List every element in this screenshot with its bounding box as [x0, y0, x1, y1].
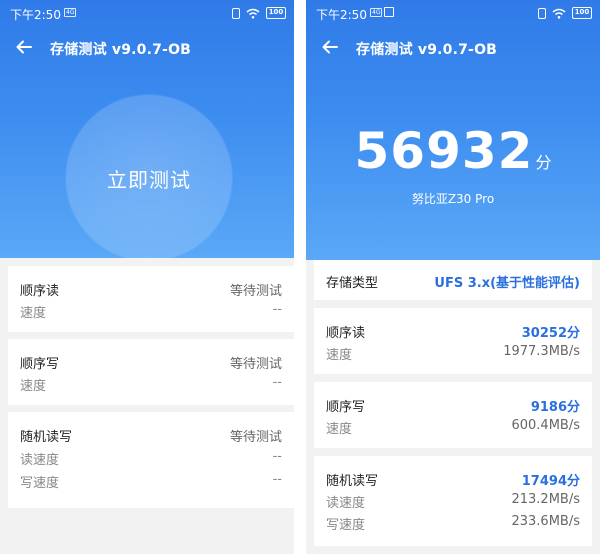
score-unit: 分	[535, 153, 552, 172]
result-header-row: 随机读写 17494分	[314, 467, 592, 489]
metric-value: 213.2MB/s	[511, 492, 580, 507]
storage-type-row: 存储类型 UFS 3.x(基于性能评估)	[314, 269, 592, 291]
result-header-row: 随机读写 等待测试	[8, 423, 294, 445]
metric-label: 速度	[20, 306, 47, 321]
metric-label: 写速度	[326, 518, 366, 533]
metric-label: 速度	[326, 348, 353, 363]
header-hero: 下午2:50 4G 100 存储测试 v9.0.7-OB 56932分 努比亚	[306, 0, 600, 260]
metric-value: 233.6MB/s	[511, 514, 580, 529]
section-name: 随机读写	[326, 474, 379, 489]
metric-value: --	[272, 472, 282, 487]
metric-value: --	[272, 375, 282, 390]
result-card: 随机读写 17494分 读速度 213.2MB/s 写速度 233.6MB/s	[314, 456, 592, 546]
section-name: 顺序写	[20, 357, 60, 372]
result-card: 顺序读 30252分 速度 1977.3MB/s	[314, 308, 592, 374]
device-name: 努比亚Z30 Pro	[411, 192, 495, 206]
result-metric-row: 读速度 213.2MB/s	[314, 489, 592, 511]
metric-value: --	[272, 449, 282, 464]
metric-value: --	[272, 302, 282, 317]
gallery-icon	[384, 7, 394, 17]
section-score: 9186分	[530, 400, 580, 415]
status-bar: 下午2:50 4G 100	[306, 0, 600, 26]
result-metric-row: 速度 --	[8, 299, 294, 321]
start-test-label: 立即测试	[107, 167, 191, 192]
metric-value: 600.4MB/s	[511, 418, 580, 433]
section-name: 随机读写	[20, 430, 73, 445]
section-status: 等待测试	[229, 357, 282, 372]
wifi-icon	[552, 8, 566, 19]
wifi-icon	[246, 8, 260, 19]
result-metric-row: 速度 1977.3MB/s	[314, 341, 592, 363]
result-card: 随机读写 等待测试 读速度 -- 写速度 --	[8, 412, 294, 508]
status-time: 下午2:50	[316, 8, 367, 22]
result-header-row: 顺序读 30252分	[314, 319, 592, 341]
right-screen: 下午2:50 4G 100 存储测试 v9.0.7-OB 56932分 努比亚	[306, 0, 600, 554]
metric-label: 读速度	[20, 453, 60, 468]
vibrate-icon	[538, 7, 546, 19]
vibrate-icon	[232, 7, 240, 19]
result-card: 顺序读 等待测试 速度 --	[8, 266, 294, 332]
network-tag: 4G	[370, 8, 383, 17]
total-score: 56932 分	[306, 122, 600, 180]
section-status: 等待测试	[229, 284, 282, 299]
battery-icon: 100	[266, 7, 286, 19]
section-status: 等待测试	[229, 430, 282, 445]
start-test-button[interactable]: 立即测试	[66, 95, 232, 261]
storage-type-label: 存储类型	[326, 276, 379, 291]
result-metric-row: 速度 600.4MB/s	[314, 415, 592, 437]
result-header-row: 顺序写 等待测试	[8, 350, 294, 372]
section-name: 顺序写	[326, 400, 366, 415]
result-card: 顺序写 9186分 速度 600.4MB/s	[314, 382, 592, 448]
result-header-row: 顺序写 9186分	[314, 393, 592, 415]
back-arrow-icon[interactable]	[320, 37, 340, 57]
section-name: 顺序读	[326, 326, 366, 341]
battery-icon: 100	[572, 7, 592, 19]
back-arrow-icon[interactable]	[14, 37, 34, 57]
network-tag: 4G	[64, 8, 77, 17]
left-screen: 下午2:50 4G 100 存储测试 v9.0.7-OB 立即测试 顺序读 等待…	[0, 0, 294, 554]
section-score: 17494分	[521, 474, 580, 489]
score-value: 56932	[354, 122, 534, 180]
metric-label: 速度	[20, 379, 47, 394]
page-title: 存储测试 v9.0.7-OB	[356, 42, 498, 58]
section-name: 顺序读	[20, 284, 60, 299]
page-title: 存储测试 v9.0.7-OB	[50, 42, 192, 58]
storage-type-card: 存储类型 UFS 3.x(基于性能评估)	[314, 260, 592, 300]
status-bar: 下午2:50 4G 100	[0, 0, 294, 26]
result-metric-row: 写速度 --	[8, 469, 294, 491]
metric-label: 速度	[326, 422, 353, 437]
status-icons: 100	[538, 6, 592, 20]
result-metric-row: 写速度 233.6MB/s	[314, 511, 592, 533]
metric-label: 写速度	[20, 476, 60, 491]
status-time: 下午2:50	[10, 8, 61, 22]
result-header-row: 顺序读 等待测试	[8, 277, 294, 299]
result-metric-row: 速度 --	[8, 372, 294, 394]
storage-type-value: UFS 3.x(基于性能评估)	[434, 276, 580, 291]
metric-label: 读速度	[326, 496, 366, 511]
toolbar: 存储测试 v9.0.7-OB	[0, 32, 294, 62]
metric-value: 1977.3MB/s	[503, 344, 580, 359]
toolbar: 存储测试 v9.0.7-OB	[306, 32, 600, 62]
header-hero: 下午2:50 4G 100 存储测试 v9.0.7-OB 立即测试	[0, 0, 294, 261]
result-card: 顺序写 等待测试 速度 --	[8, 339, 294, 405]
section-score: 30252分	[521, 326, 580, 341]
result-metric-row: 读速度 --	[8, 446, 294, 468]
status-icons: 100	[232, 6, 286, 20]
